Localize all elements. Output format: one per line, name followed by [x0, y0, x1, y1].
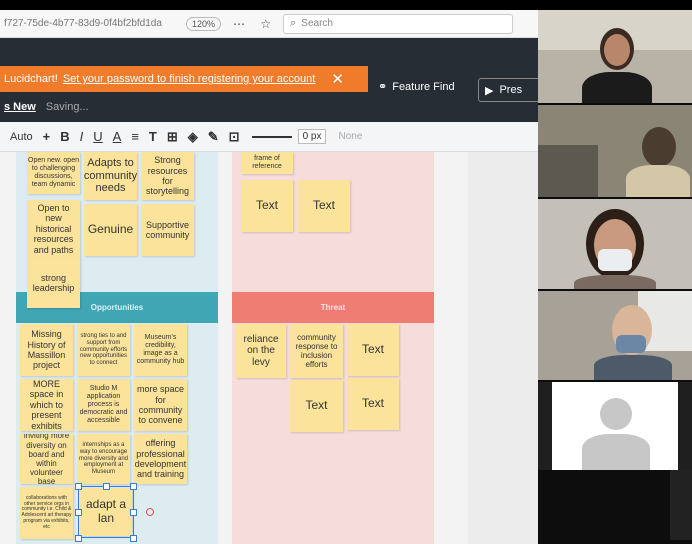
- document-status-row: s New Saving...: [0, 92, 368, 122]
- participant-body: [626, 165, 690, 197]
- participant-body: [574, 275, 656, 289]
- sticky-note[interactable]: internships as a way to encourage more d…: [77, 434, 130, 484]
- participant-tile[interactable]: [538, 199, 692, 289]
- participant-body: [582, 72, 652, 103]
- present-label: Pres: [499, 84, 523, 96]
- sticky-note[interactable]: community response to inclusion efforts: [290, 324, 343, 378]
- underline-button[interactable]: U: [93, 129, 102, 144]
- sticky-note[interactable]: Studio M application process is democrat…: [77, 379, 130, 431]
- saving-status: Saving...: [45, 101, 89, 113]
- increase-font-button[interactable]: +: [43, 129, 51, 144]
- present-icon: ▶: [485, 84, 494, 97]
- participant-tile[interactable]: [538, 291, 692, 380]
- threats-header[interactable]: Threat: [232, 292, 434, 323]
- face-mask: [616, 335, 646, 353]
- top-black-bar: [0, 0, 692, 10]
- sticky-note[interactable]: strong leadership: [27, 258, 80, 308]
- text-options-button[interactable]: T: [149, 129, 157, 144]
- binoculars-icon: ⚭: [378, 81, 388, 93]
- arrow-style-select[interactable]: None: [338, 131, 362, 142]
- sticky-note[interactable]: more space for community to convene: [134, 379, 187, 431]
- participant-tile[interactable]: [538, 105, 692, 197]
- bold-button[interactable]: B: [60, 129, 69, 144]
- italic-button[interactable]: I: [80, 129, 84, 144]
- sticky-note[interactable]: Strong resources for storytelling: [141, 152, 194, 200]
- side-tool-buttons[interactable]: [670, 470, 692, 540]
- video-call-panel: [538, 10, 692, 544]
- participant-tile[interactable]: [538, 10, 692, 103]
- text-color-button[interactable]: A: [113, 129, 122, 144]
- sticky-note[interactable]: Text: [290, 380, 343, 432]
- pen-icon[interactable]: ✎: [208, 129, 219, 145]
- diagram-canvas[interactable]: Opportunities Threat Open new. open to c…: [0, 152, 540, 544]
- face-mask: [598, 249, 632, 271]
- align-button[interactable]: ≡: [131, 129, 139, 144]
- sticky-note[interactable]: Genuine: [84, 204, 137, 256]
- participant-face: [604, 34, 630, 66]
- feature-find-button[interactable]: ⚭ Feature Find: [378, 80, 455, 94]
- resize-handle[interactable]: [103, 483, 110, 490]
- line-width-input[interactable]: 0 px: [297, 129, 327, 144]
- zoom-level[interactable]: 120%: [186, 16, 222, 31]
- sticky-note[interactable]: Text: [241, 180, 293, 232]
- address-bar[interactable]: f727-75de-4b77-83d9-0f4bf2bfd1da: [4, 18, 174, 29]
- sticky-note[interactable]: Adapts to community needs: [84, 152, 137, 200]
- sticky-note[interactable]: frame of reference: [241, 152, 293, 174]
- whats-new-link[interactable]: s New: [4, 101, 36, 113]
- set-password-link[interactable]: Set your password to finish registering …: [63, 73, 316, 85]
- sticky-note[interactable]: Text: [347, 378, 399, 430]
- sticky-note[interactable]: reliance on the levy: [236, 324, 286, 378]
- browser-toolbar: f727-75de-4b77-83d9-0f4bf2bfd1da 120% ⋯ …: [0, 10, 540, 38]
- room-furniture: [538, 145, 598, 197]
- sticky-note[interactable]: Museum's credibility, image as a communi…: [134, 324, 187, 376]
- format-toolbar: Auto + B I U A ≡ T ⊞ ◈ ✎ ⊡ 0 px None: [0, 122, 540, 152]
- style-icon[interactable]: ⊡: [229, 129, 240, 145]
- line-style-select[interactable]: [251, 135, 292, 138]
- avatar-body-icon: [582, 434, 650, 470]
- sticky-note[interactable]: offering professional development and tr…: [134, 434, 187, 484]
- sticky-note[interactable]: Open new. open to challenging discussion…: [27, 152, 80, 194]
- sticky-note[interactable]: strong ties to and support from communit…: [77, 324, 130, 376]
- participant-body: [594, 355, 672, 380]
- fill-bucket-icon[interactable]: ◈: [188, 129, 198, 145]
- canvas-right-margin: [468, 152, 540, 544]
- resize-handle[interactable]: [75, 483, 82, 490]
- close-icon[interactable]: ✕: [331, 70, 344, 88]
- sticky-note[interactable]: Text: [298, 180, 350, 232]
- sticky-note[interactable]: Missing History of Massillon project: [20, 324, 73, 376]
- sticky-note[interactable]: collaborations with other service orgs i…: [20, 487, 73, 539]
- browser-action-icons[interactable]: ⋯ ☆: [233, 17, 277, 31]
- present-button[interactable]: ▶ Pres: [478, 78, 540, 102]
- participant-tile-no-video[interactable]: [538, 382, 692, 470]
- selection-box[interactable]: [78, 486, 134, 538]
- sticky-note[interactable]: inviting more diversity on board and wit…: [20, 434, 73, 484]
- participant-face: [642, 127, 676, 167]
- sticky-note[interactable]: Text: [347, 324, 399, 376]
- resize-handle[interactable]: [130, 535, 137, 542]
- sticky-note[interactable]: MORE space in which to present exhibits: [20, 379, 73, 431]
- search-icon: ⌕: [290, 17, 297, 29]
- resize-handle[interactable]: [130, 509, 137, 516]
- search-placeholder: Search: [301, 18, 333, 29]
- sticky-note[interactable]: Supportive community: [141, 204, 194, 256]
- resize-handle[interactable]: [130, 483, 137, 490]
- feature-find-label: Feature Find: [392, 80, 455, 93]
- sticky-note[interactable]: Open to new historical resources and pat…: [27, 200, 80, 258]
- registration-banner: Lucidchart! Set your password to finish …: [0, 66, 368, 92]
- connection-point[interactable]: [146, 508, 154, 516]
- table-icon[interactable]: ⊞: [167, 129, 178, 145]
- screen: f727-75de-4b77-83d9-0f4bf2bfd1da 120% ⋯ …: [0, 0, 692, 544]
- banner-brand: Lucidchart!: [4, 73, 58, 85]
- resize-handle[interactable]: [75, 509, 82, 516]
- font-size-select[interactable]: Auto: [10, 131, 33, 143]
- search-input[interactable]: ⌕ Search: [283, 13, 514, 34]
- avatar-icon: [600, 398, 632, 430]
- resize-handle[interactable]: [75, 535, 82, 542]
